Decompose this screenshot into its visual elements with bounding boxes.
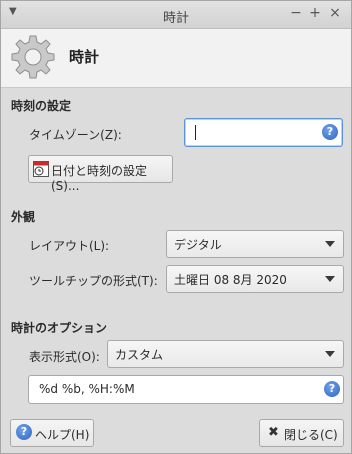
timezone-input[interactable]: ? xyxy=(184,118,343,147)
custom-format-value: %d %b, %H:%M xyxy=(39,382,135,396)
section-clock-options: 時計のオプション xyxy=(11,321,108,335)
close-window-button[interactable]: × xyxy=(327,5,343,21)
layout-label: レイアウト(L): xyxy=(29,239,110,253)
tooltip-format-label: ツールチップの形式(T): xyxy=(29,274,158,288)
clock-settings-window: ▼ 時計 − + × 時計 時刻の設定 タイムゾーン(Z): ? 日付と時刻の設… xyxy=(0,0,352,454)
section-appearance: 外観 xyxy=(11,210,36,224)
display-format-select[interactable]: カスタム xyxy=(107,340,344,368)
help-icon: ? xyxy=(16,424,32,440)
section-time-settings: 時刻の設定 xyxy=(11,99,72,113)
timezone-label: タイムゾーン(Z): xyxy=(29,128,122,142)
dropdown-arrow-icon xyxy=(325,351,335,357)
minimize-button[interactable]: − xyxy=(288,5,304,21)
layout-select[interactable]: デジタル xyxy=(166,230,344,258)
header-title: 時計 xyxy=(69,48,100,66)
close-button-label: 閉じる(C) xyxy=(284,428,338,442)
dropdown-arrow-icon xyxy=(325,241,335,247)
datetime-settings-button[interactable]: 日付と時刻の設定(S)... xyxy=(28,155,173,193)
display-format-label: 表示形式(O): xyxy=(29,350,100,364)
custom-format-input[interactable]: %d %b, %H:%M ? xyxy=(28,375,344,404)
dropdown-arrow-icon xyxy=(325,276,335,282)
dialog-header: 時計 xyxy=(1,29,351,88)
help-icon[interactable]: ? xyxy=(322,124,338,140)
calendar-clock-icon xyxy=(33,161,49,177)
display-format-value: カスタム xyxy=(115,348,164,362)
maximize-button[interactable]: + xyxy=(307,5,323,21)
tooltip-format-select[interactable]: 土曜日 08 8月 2020 xyxy=(166,265,344,293)
help-button-label: ヘルプ(H) xyxy=(35,428,90,442)
layout-value: デジタル xyxy=(174,238,222,252)
gear-icon xyxy=(11,35,55,79)
title-bar[interactable]: ▼ 時計 − + × xyxy=(1,1,351,29)
text-cursor xyxy=(195,125,196,140)
help-icon[interactable]: ? xyxy=(324,381,340,397)
datetime-settings-label: 日付と時刻の設定(S)... xyxy=(51,164,148,193)
close-button[interactable]: ✖ 閉じる(C) xyxy=(259,419,344,447)
close-icon: ✖ xyxy=(268,425,279,440)
help-button[interactable]: ? ヘルプ(H) xyxy=(10,419,94,447)
tooltip-format-value: 土曜日 08 8月 2020 xyxy=(174,273,287,287)
